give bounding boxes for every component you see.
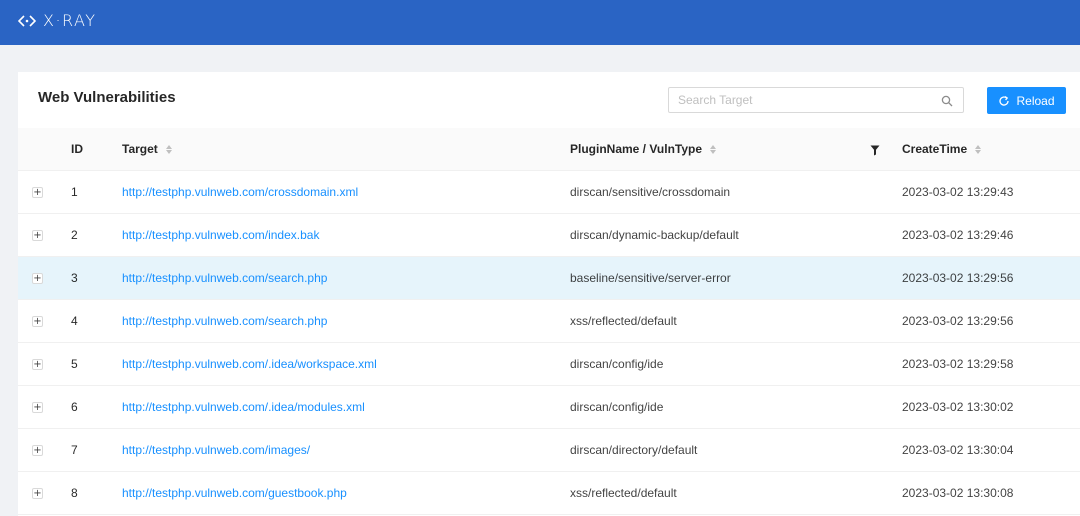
row-target-link[interactable]: http://testphp.vulnweb.com/.idea/modules… — [122, 386, 365, 428]
row-plugin: dirscan/directory/default — [570, 443, 698, 457]
row-target-link[interactable]: http://testphp.vulnweb.com/images/ — [122, 429, 310, 471]
table-header: ID Target PluginName / VulnType CreateTi… — [18, 128, 1080, 171]
row-target-link[interactable]: http://testphp.vulnweb.com/index.bak — [122, 214, 319, 256]
search-box — [668, 87, 964, 113]
app-brand-name: X·RAY — [43, 11, 97, 30]
expand-row-button[interactable]: + — [32, 273, 43, 284]
sort-icon[interactable] — [710, 144, 717, 154]
table-row: + 3 http://testphp.vulnweb.com/search.ph… — [18, 257, 1080, 300]
vulnerabilities-panel: Web Vulnerabilities Reload ID Target Pl — [18, 72, 1080, 516]
row-plugin: dirscan/config/ide — [570, 400, 664, 414]
column-header-plugin-label: PluginName / VulnType — [570, 142, 703, 156]
sort-icon[interactable] — [975, 144, 982, 154]
row-target-link[interactable]: http://testphp.vulnweb.com/.idea/workspa… — [122, 343, 377, 385]
row-id: 5 — [71, 357, 78, 371]
row-target-link[interactable]: http://testphp.vulnweb.com/guestbook.php — [122, 472, 347, 514]
row-create-time: 2023-03-02 13:30:08 — [902, 486, 1014, 500]
column-header-id-label: ID — [71, 142, 83, 156]
row-target-link[interactable]: http://testphp.vulnweb.com/search.php — [122, 300, 327, 342]
row-id: 4 — [71, 314, 78, 328]
table-row: + 4 http://testphp.vulnweb.com/search.ph… — [18, 300, 1080, 343]
reload-button-label: Reload — [1016, 93, 1055, 108]
table-row: + 6 http://testphp.vulnweb.com/.idea/mod… — [18, 386, 1080, 429]
row-create-time: 2023-03-02 13:29:58 — [902, 357, 1014, 371]
row-target-link[interactable]: http://testphp.vulnweb.com/crossdomain.x… — [122, 171, 358, 213]
search-icon[interactable] — [941, 94, 953, 112]
table-row: + 5 http://testphp.vulnweb.com/.idea/wor… — [18, 343, 1080, 386]
column-header-create-time[interactable]: CreateTime — [902, 128, 982, 170]
reload-button[interactable]: Reload — [987, 87, 1066, 114]
row-target-link[interactable]: http://testphp.vulnweb.com/search.php — [122, 257, 327, 299]
expand-row-button[interactable]: + — [32, 445, 43, 456]
expand-row-button[interactable]: + — [32, 230, 43, 241]
row-create-time: 2023-03-02 13:29:56 — [902, 271, 1014, 285]
app-logo[interactable]: X·RAY — [18, 11, 97, 30]
row-id: 3 — [71, 271, 78, 285]
row-plugin: dirscan/config/ide — [570, 357, 664, 371]
column-header-id: ID — [71, 128, 83, 170]
row-plugin: dirscan/dynamic-backup/default — [570, 228, 739, 242]
expand-row-button[interactable]: + — [32, 187, 43, 198]
column-header-target-label: Target — [122, 142, 158, 156]
sort-icon[interactable] — [165, 144, 172, 154]
row-create-time: 2023-03-02 13:29:56 — [902, 314, 1014, 328]
code-brackets-icon — [18, 14, 36, 28]
expand-row-button[interactable]: + — [32, 316, 43, 327]
row-create-time: 2023-03-02 13:30:02 — [902, 400, 1014, 414]
table-row: + 1 http://testphp.vulnweb.com/crossdoma… — [18, 171, 1080, 214]
column-header-plugin[interactable]: PluginName / VulnType — [570, 128, 717, 170]
row-plugin: baseline/sensitive/server-error — [570, 271, 731, 285]
row-create-time: 2023-03-02 13:29:46 — [902, 228, 1014, 242]
expand-row-button[interactable]: + — [32, 488, 43, 499]
reload-icon — [998, 95, 1010, 107]
column-header-target[interactable]: Target — [122, 128, 172, 170]
row-plugin: dirscan/sensitive/crossdomain — [570, 185, 731, 199]
table-row: + 8 http://testphp.vulnweb.com/guestbook… — [18, 472, 1080, 515]
row-id: 2 — [71, 228, 78, 242]
column-header-time-label: CreateTime — [902, 142, 968, 156]
filter-icon[interactable] — [870, 143, 880, 161]
table-row: + 2 http://testphp.vulnweb.com/index.bak… — [18, 214, 1080, 257]
expand-row-button[interactable]: + — [32, 402, 43, 413]
row-id: 8 — [71, 486, 78, 500]
table-row: + 7 http://testphp.vulnweb.com/images/ d… — [18, 429, 1080, 472]
expand-row-button[interactable]: + — [32, 359, 43, 370]
top-header-bar: X·RAY — [0, 0, 1080, 45]
page-title: Web Vulnerabilities — [38, 89, 176, 106]
row-id: 6 — [71, 400, 78, 414]
row-id: 7 — [71, 443, 78, 457]
row-id: 1 — [71, 185, 78, 199]
search-input[interactable] — [669, 88, 929, 112]
row-plugin: xss/reflected/default — [570, 314, 677, 328]
row-plugin: xss/reflected/default — [570, 486, 677, 500]
row-create-time: 2023-03-02 13:29:43 — [902, 185, 1014, 199]
row-create-time: 2023-03-02 13:30:04 — [902, 443, 1014, 457]
